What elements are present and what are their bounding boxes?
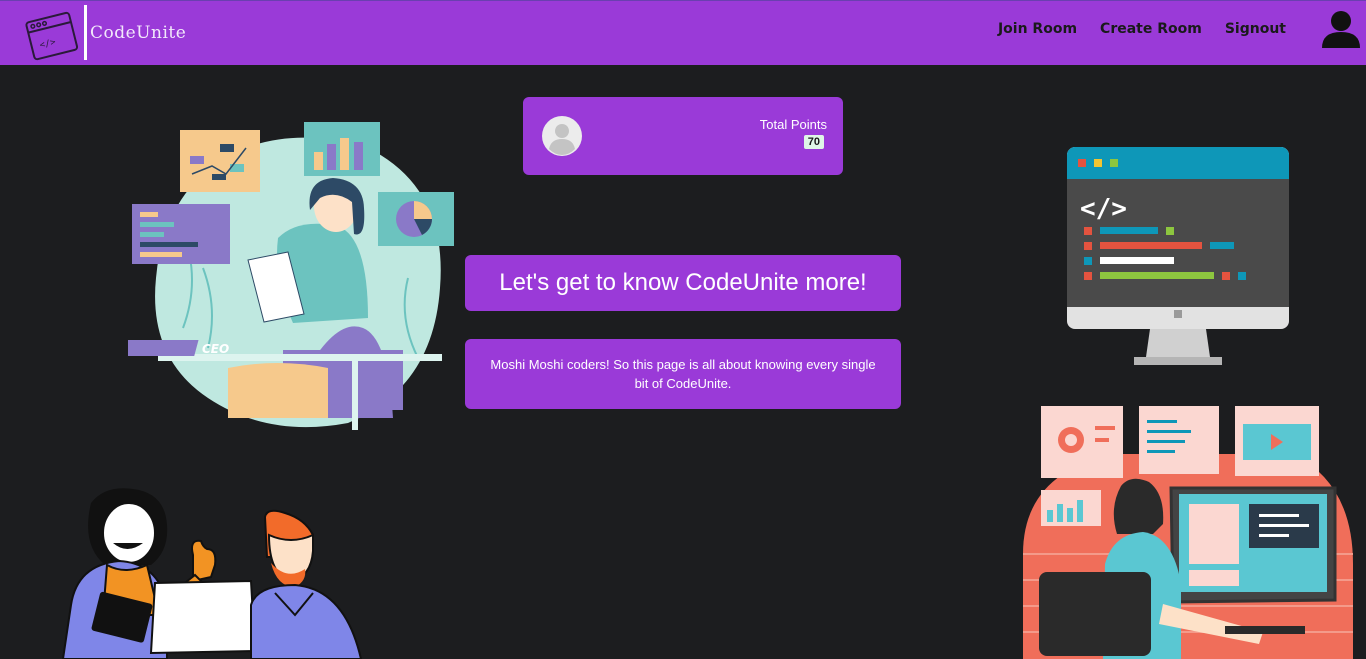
code-window-icon: </> bbox=[25, 5, 87, 61]
signout-link[interactable]: Signout bbox=[1225, 21, 1286, 37]
create-room-link[interactable]: Create Room bbox=[1100, 21, 1202, 37]
points-card: Total Points 70 bbox=[523, 97, 843, 175]
brand-name: CodeUnite bbox=[90, 23, 187, 43]
heading-card: Let's get to know CodeUnite more! bbox=[465, 255, 901, 311]
svg-text:</>: </> bbox=[39, 37, 58, 51]
page-heading: Let's get to know CodeUnite more! bbox=[499, 269, 867, 296]
description-card: Moshi Moshi coders! So this page is all … bbox=[465, 339, 901, 409]
page-description: Moshi Moshi coders! So this page is all … bbox=[490, 357, 876, 391]
user-profile-icon[interactable] bbox=[1320, 8, 1362, 50]
total-points-label: Total Points bbox=[759, 117, 827, 132]
code-monitor-illustration: </> bbox=[1067, 147, 1289, 365]
join-room-link[interactable]: Join Room bbox=[998, 21, 1077, 37]
ceo-badge: CEO bbox=[202, 342, 229, 356]
team-thumbs-up-illustration bbox=[61, 488, 363, 659]
svg-text:</>: </> bbox=[1080, 194, 1127, 224]
nav-links: Join Room Create Room Signout bbox=[998, 21, 1286, 37]
brand-logo[interactable]: </> CodeUnite bbox=[24, 3, 194, 65]
top-navbar: </> CodeUnite Join Room Create Room Sign… bbox=[0, 0, 1366, 65]
total-points-badge: 70 bbox=[803, 135, 824, 149]
ceo-illustration: CEO bbox=[128, 122, 454, 430]
avatar bbox=[542, 116, 582, 156]
developer-dashboard-illustration bbox=[1023, 406, 1353, 659]
